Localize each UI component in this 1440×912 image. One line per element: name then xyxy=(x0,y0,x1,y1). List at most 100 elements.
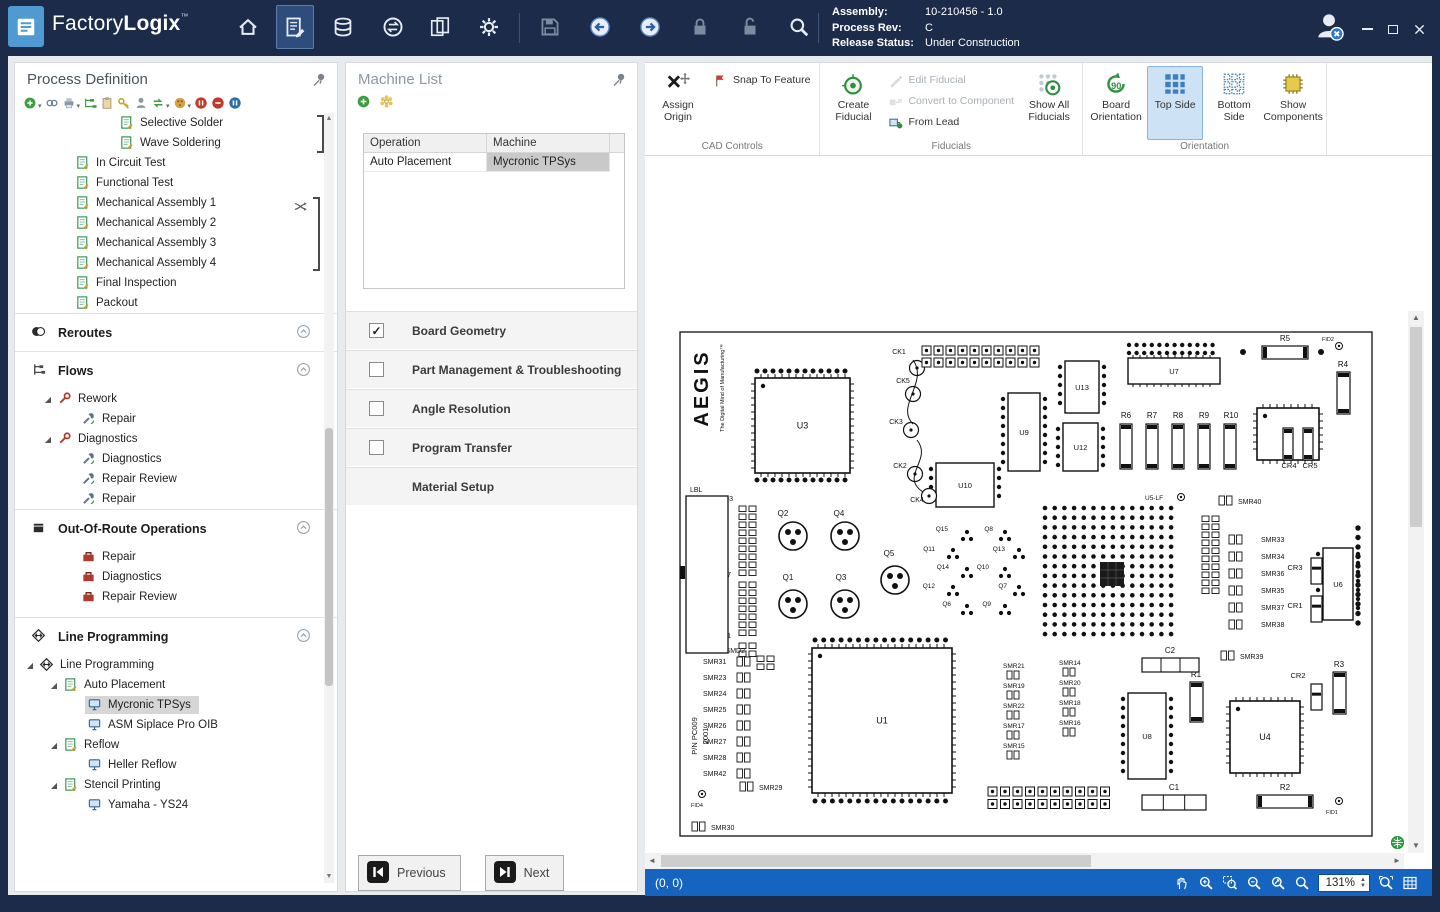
home-icon[interactable] xyxy=(229,5,267,49)
process-panel-scrollbar[interactable]: ▲ ▼ xyxy=(324,113,334,883)
column-header-machine[interactable]: Machine xyxy=(487,134,610,152)
section-reroutes[interactable]: Reroutes xyxy=(15,313,337,351)
ribbon-button-top-side[interactable]: Top Side xyxy=(1147,66,1203,140)
settings-icon[interactable] xyxy=(470,5,508,49)
forward-icon[interactable] xyxy=(631,5,669,49)
scrollbar-thumb[interactable] xyxy=(661,855,1091,867)
ribbon-button-convert-to-component[interactable]: Convert to Component xyxy=(884,92,1018,110)
process-operation-mechanical-assembly-3[interactable]: Mechanical Assembly 3 xyxy=(15,233,337,253)
pin-icon[interactable] xyxy=(311,72,327,88)
transfer-icon[interactable] xyxy=(374,5,412,49)
viewer-vertical-scrollbar[interactable]: ▲ ▼ xyxy=(1408,311,1424,853)
flow-item-repair[interactable]: Repair xyxy=(15,489,337,509)
add-icon[interactable]: ▾ xyxy=(23,94,42,110)
ribbon-button-from-lead[interactable]: From Lead xyxy=(884,113,1018,131)
scroll-down-icon[interactable]: ▼ xyxy=(1408,839,1424,853)
pcb-canvas[interactable]: AEGISThe Digital Mind of Manufacturing™P… xyxy=(645,156,1408,853)
process-operation-mechanical-assembly-2[interactable]: Mechanical Assembly 2 xyxy=(15,213,337,233)
user-logout-icon[interactable] xyxy=(1312,9,1346,43)
cell-machine[interactable]: Mycronic TPSys xyxy=(487,153,610,172)
zoom-level-input[interactable]: 131%▲▼ xyxy=(1318,874,1370,892)
palette-icon[interactable]: ▾ xyxy=(173,94,192,110)
lp-item-yamaha-ys24[interactable]: Yamaha - YS24 xyxy=(15,795,337,815)
tree-expander-icon[interactable]: ◢ xyxy=(47,781,61,790)
ribbon-button-board-orientation[interactable]: 90Board Orientation xyxy=(1088,66,1144,140)
close-button[interactable] xyxy=(1408,20,1430,38)
zoom-window-icon[interactable] xyxy=(1222,875,1238,891)
collapse-up-icon[interactable] xyxy=(296,520,313,537)
unlock-icon[interactable] xyxy=(731,5,769,49)
minimize-button[interactable] xyxy=(1356,20,1378,38)
key-icon[interactable] xyxy=(117,94,131,110)
column-header-operation[interactable]: Operation xyxy=(364,134,487,152)
flow-item-diagnostics[interactable]: ◢Diagnostics xyxy=(15,429,337,449)
scrollbar-thumb[interactable] xyxy=(325,428,333,686)
section-flows[interactable]: Flows xyxy=(15,351,337,389)
flow-item-diagnostics[interactable]: Diagnostics xyxy=(15,449,337,469)
zoom-page-icon[interactable] xyxy=(1294,875,1310,891)
tree-expander-icon[interactable]: ◢ xyxy=(41,395,55,404)
machine-settings-icon[interactable] xyxy=(379,94,394,114)
layers-grid-icon[interactable] xyxy=(1402,875,1418,891)
tree-expander-icon[interactable]: ◢ xyxy=(41,435,55,444)
ribbon-button-assign-origin[interactable]: Assign Origin xyxy=(650,66,706,140)
lp-item-heller-reflow[interactable]: Heller Reflow xyxy=(15,755,337,775)
step-angle-resolution[interactable]: Angle Resolution xyxy=(346,389,637,428)
audit-search-icon[interactable] xyxy=(780,5,818,49)
pin-icon[interactable] xyxy=(611,72,627,88)
scroll-left-icon[interactable]: ◄ xyxy=(645,853,659,869)
lp-item-auto-placement[interactable]: ◢Auto Placement xyxy=(15,675,337,695)
step-checkbox[interactable] xyxy=(369,362,384,377)
lp-item-asm-siplace-pro-oib[interactable]: ASM Siplace Pro OIB xyxy=(15,715,337,735)
print-icon[interactable]: ▾ xyxy=(62,94,81,110)
viewer-horizontal-scrollbar[interactable]: ◄ ► xyxy=(645,853,1404,869)
oor-item-repair-review[interactable]: Repair Review xyxy=(15,587,337,607)
add-machine-icon[interactable] xyxy=(356,94,371,114)
lp-item-mycronic-tpsys[interactable]: Mycronic TPSys xyxy=(15,695,337,715)
ribbon-button-edit-fiducial[interactable]: Edit Fiducial xyxy=(884,71,1018,89)
step-material-setup[interactable]: Material Setup xyxy=(346,467,637,506)
tree-expander-icon[interactable]: ◢ xyxy=(47,681,61,690)
step-checkbox[interactable] xyxy=(369,440,384,455)
save-icon[interactable] xyxy=(531,5,569,49)
step-checkbox[interactable] xyxy=(369,401,384,416)
scroll-up-icon[interactable]: ▲ xyxy=(324,113,334,125)
lock-icon[interactable] xyxy=(681,5,719,49)
fit-view-icon[interactable] xyxy=(1390,835,1406,851)
ribbon-button-show-components[interactable]: Show Components xyxy=(1265,66,1321,140)
ribbon-button-bottom-side[interactable]: Bottom Side xyxy=(1206,66,1262,140)
lp-item-line-programming[interactable]: ◢Line Programming xyxy=(15,655,337,675)
oor-item-diagnostics[interactable]: Diagnostics xyxy=(15,567,337,587)
flow-item-repair-review[interactable]: Repair Review xyxy=(15,469,337,489)
section-out-of-route[interactable]: Out-Of-Route Operations xyxy=(15,509,337,547)
zoom-dynamic-icon[interactable] xyxy=(1270,875,1286,891)
scrollbar-thumb[interactable] xyxy=(1410,327,1422,527)
scroll-right-icon[interactable]: ► xyxy=(1390,853,1404,869)
tree-expander-icon[interactable]: ◢ xyxy=(47,741,61,750)
user2-icon[interactable] xyxy=(134,94,148,110)
paste-icon[interactable] xyxy=(100,94,114,110)
zoom-out-icon[interactable] xyxy=(1246,875,1262,891)
step-board-geometry[interactable]: ✓Board Geometry xyxy=(346,311,637,350)
zoom-extents-icon[interactable] xyxy=(1378,875,1394,891)
process-operation-packout[interactable]: Packout xyxy=(15,293,337,313)
link-icon[interactable] xyxy=(45,94,59,110)
minus-red-icon[interactable] xyxy=(211,94,225,110)
process-operation-selective-solder[interactable]: Selective Solder xyxy=(15,113,337,133)
tree-expander-icon[interactable]: ◢ xyxy=(23,661,37,670)
process-operation-mechanical-assembly-4[interactable]: Mechanical Assembly 4 xyxy=(15,253,337,273)
zoom-in-icon[interactable] xyxy=(1198,875,1214,891)
process-operation-wave-soldering[interactable]: Wave Soldering xyxy=(15,133,337,153)
process-operation-in-circuit-test[interactable]: In Circuit Test xyxy=(15,153,337,173)
oor-item-repair[interactable]: Repair xyxy=(15,547,337,567)
collapse-up-icon[interactable] xyxy=(296,324,313,341)
machine-table-row[interactable]: Auto Placement Mycronic TPSys xyxy=(364,153,624,172)
maximize-button[interactable] xyxy=(1382,20,1404,38)
collapse-up-icon[interactable] xyxy=(296,628,313,645)
process-definition-icon[interactable] xyxy=(276,5,314,49)
scroll-down-icon[interactable]: ▼ xyxy=(324,871,334,883)
pause-red-icon[interactable] xyxy=(194,94,208,110)
section-line-programming[interactable]: Line Programming xyxy=(15,617,337,655)
ribbon-button-create-fiducial[interactable]: Create Fiducial xyxy=(825,66,881,140)
pause-blue-icon[interactable] xyxy=(228,94,242,110)
